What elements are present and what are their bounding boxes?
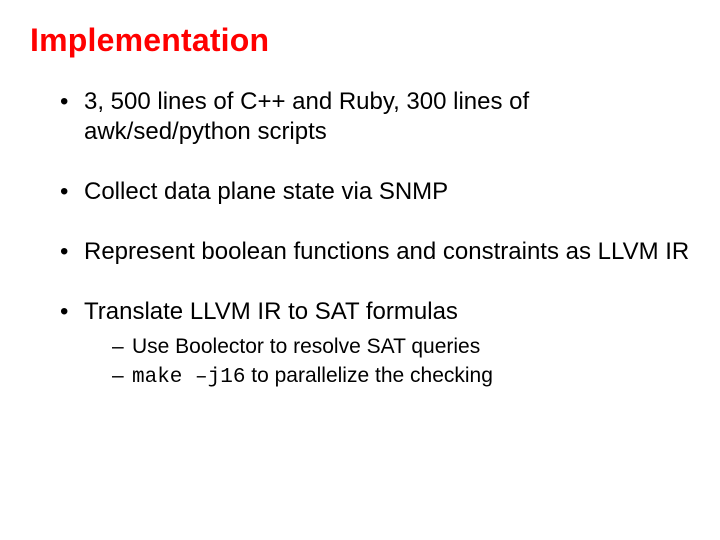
bullet-item: Represent boolean functions and constrai… — [60, 237, 690, 267]
bullet-list: 3, 500 lines of C++ and Ruby, 300 lines … — [30, 87, 690, 392]
slide: Implementation 3, 500 lines of C++ and R… — [0, 0, 720, 540]
sub-bullet-text: to parallelize the checking — [245, 364, 492, 387]
bullet-item: Collect data plane state via SNMP — [60, 177, 690, 207]
bullet-text: Translate LLVM IR to SAT formulas — [84, 298, 458, 325]
bullet-text: 3, 500 lines of C++ and Ruby, 300 lines … — [84, 88, 529, 145]
slide-title: Implementation — [30, 22, 690, 59]
sub-bullet-text: Use Boolector to resolve SAT queries — [132, 335, 480, 358]
bullet-item: 3, 500 lines of C++ and Ruby, 300 lines … — [60, 87, 690, 147]
bullet-text: Represent boolean functions and constrai… — [84, 238, 689, 265]
sub-bullet-item: Use Boolector to resolve SAT queries — [112, 333, 690, 360]
bullet-text: Collect data plane state via SNMP — [84, 178, 448, 205]
sub-bullet-item: make –j16 to parallelize the checking — [112, 362, 690, 391]
bullet-item: Translate LLVM IR to SAT formulas Use Bo… — [60, 297, 690, 392]
code-text: make –j16 — [132, 366, 245, 389]
sub-bullet-list: Use Boolector to resolve SAT queries mak… — [84, 333, 690, 392]
